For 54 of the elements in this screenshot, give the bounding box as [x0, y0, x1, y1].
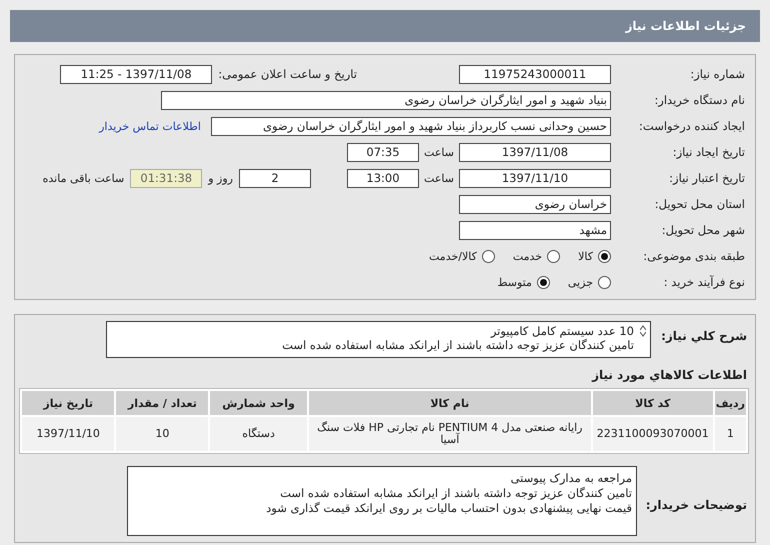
table-cell: 10 — [116, 417, 208, 451]
contact-link[interactable]: اطلاعات تماس خریدار — [99, 120, 201, 132]
field-label: استان محل تحویل: — [654, 197, 746, 211]
field-label: نام دستگاه خریدار: — [653, 93, 746, 107]
radio-option[interactable]: جزیی — [568, 276, 611, 288]
table-cell: 2231100093070001 — [592, 417, 713, 451]
province-field: خراسان رضوی — [459, 194, 611, 214]
notes-line: قیمت نهایی پیشنهادی بدون احتساب مالیات بر روی ایرانکد قیمت گذاری شود — [265, 501, 632, 516]
field-label: تاریخ و ساعت اعلان عمومی: — [217, 67, 358, 81]
page-title: جزئیات اطلاعات نیاز — [625, 19, 746, 33]
days-field: 2 — [239, 168, 311, 188]
radio-option[interactable]: متوسط — [497, 276, 550, 288]
announce-date-field: 1397/11/08 - 11:25 — [60, 64, 212, 84]
field-label: شماره نیاز: — [689, 67, 746, 81]
requester-field: حسین وحدانی نسب کاربرداز بنیاد شهید و امور ایثارگران خراسان رضوی — [211, 116, 611, 136]
column-header: تاریخ نیاز — [22, 391, 114, 415]
notes-line: تامین کنندگان عزیز توجه داشته باشند از ایرانکد مشابه استفاده شده است — [279, 486, 632, 501]
time-field: 13:00 — [347, 168, 419, 188]
field-label: شهر محل تحویل: — [660, 223, 746, 237]
city-field: مشهد — [459, 220, 611, 240]
column-header: نام کالا — [308, 391, 591, 415]
remaining-time-field: 01:31:38 — [130, 168, 202, 188]
radio-option[interactable]: خدمت — [512, 250, 560, 262]
table-cell: 1 — [714, 417, 746, 451]
field-label: ساعت — [423, 172, 455, 184]
section-title: اطلاعات کالاهاي مورد نياز — [590, 367, 748, 384]
radio-option[interactable]: کالا — [578, 250, 611, 262]
column-header: تعداد / مقدار — [116, 391, 208, 415]
field-label: ساعت باقی مانده — [42, 172, 126, 184]
field-label: روز و — [206, 172, 234, 184]
radio-option[interactable]: کالا/خدمت — [429, 250, 495, 262]
field-label: ایجاد کننده درخواست: — [638, 119, 746, 133]
buyer-field: بنیاد شهید و امور ایثارگران خراسان رضوی — [161, 90, 611, 110]
field-label: تاریخ اعتبار نیاز: — [668, 171, 746, 185]
field-label: شرح کلي نياز: — [660, 328, 748, 343]
summary-line: 10 عدد سیستم کامل کامپیوتر — [489, 324, 634, 338]
date-field: 1397/11/08 — [459, 142, 611, 162]
time-field: 07:35 — [347, 142, 419, 162]
table-cell: رایانه صنعتی مدل PENTIUM 4 نام تجارتی HP فلات سنگ آسیا — [308, 417, 591, 451]
table-cell: 1397/11/10 — [22, 417, 114, 451]
table-cell: دستگاه — [210, 417, 307, 451]
field-label: طبقه بندی موضوعی: — [642, 249, 746, 263]
summary-line: تامین کنندگان عزیز توجه داشته باشند از ایرانکد مشابه استفاده شده است — [282, 338, 634, 352]
column-header: واحد شمارش — [210, 391, 307, 415]
notes-line: مراجعه به مدارک پیوستی — [510, 471, 632, 486]
field-label: توضیحات خریدار: — [644, 497, 748, 512]
field-label: تاریخ ایجاد نیاز: — [672, 145, 746, 159]
need-number-field: 11975243000011 — [459, 64, 611, 84]
column-header: کد کالا — [592, 391, 713, 415]
date-field: 1397/11/10 — [459, 168, 611, 188]
field-label: ساعت — [423, 146, 455, 158]
summary-textarea[interactable]: 10 عدد سیستم کامل کامپیوتر تامین کنندگان عزیز توجه داشته باشند از ایرانکد مشابه استفاده شده است — [106, 321, 651, 358]
column-header: ردیف — [714, 391, 746, 415]
field-label: نوع فرآیند خرید : — [662, 275, 746, 289]
